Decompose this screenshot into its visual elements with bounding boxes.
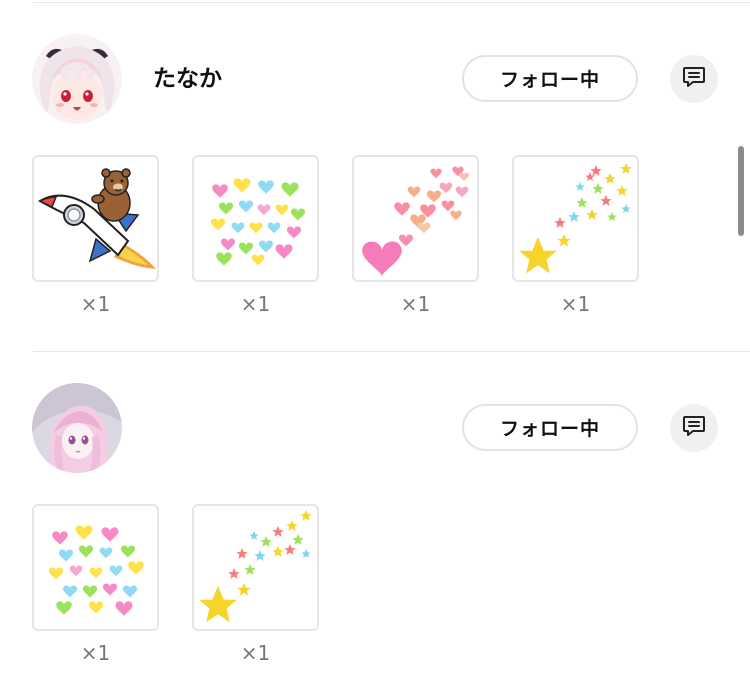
chat-icon (681, 64, 707, 94)
gift-count: ×1 (560, 292, 591, 316)
pastel-hearts-icon (194, 157, 317, 280)
gift-tile[interactable] (512, 155, 639, 282)
gift-tile[interactable] (32, 155, 159, 282)
following-button[interactable]: フォロー中 (462, 404, 638, 451)
gift-count: ×1 (80, 292, 111, 316)
message-button[interactable] (670, 55, 718, 103)
gift-tile[interactable] (32, 504, 159, 631)
gift-count: ×1 (80, 641, 111, 665)
chat-icon (681, 413, 707, 443)
message-button[interactable] (670, 404, 718, 452)
username[interactable]: たなか (153, 64, 222, 94)
heart-trail-icon (354, 157, 477, 280)
gift-tile[interactable] (352, 155, 479, 282)
star-trail-icon (194, 506, 317, 629)
gift-tile[interactable] (192, 504, 319, 631)
star-trail-icon (514, 157, 637, 280)
gift-count: ×1 (240, 292, 271, 316)
following-button[interactable]: フォロー中 (462, 55, 638, 102)
row-divider (33, 351, 750, 352)
gift-count: ×1 (240, 641, 271, 665)
pastel-hearts-icon (34, 506, 157, 629)
top-divider (33, 2, 750, 3)
gift-tile[interactable] (192, 155, 319, 282)
bear-rocket-icon (34, 157, 157, 280)
avatar[interactable] (32, 383, 122, 473)
avatar[interactable] (32, 34, 122, 124)
scrollbar[interactable] (738, 146, 744, 236)
gift-count: ×1 (400, 292, 431, 316)
